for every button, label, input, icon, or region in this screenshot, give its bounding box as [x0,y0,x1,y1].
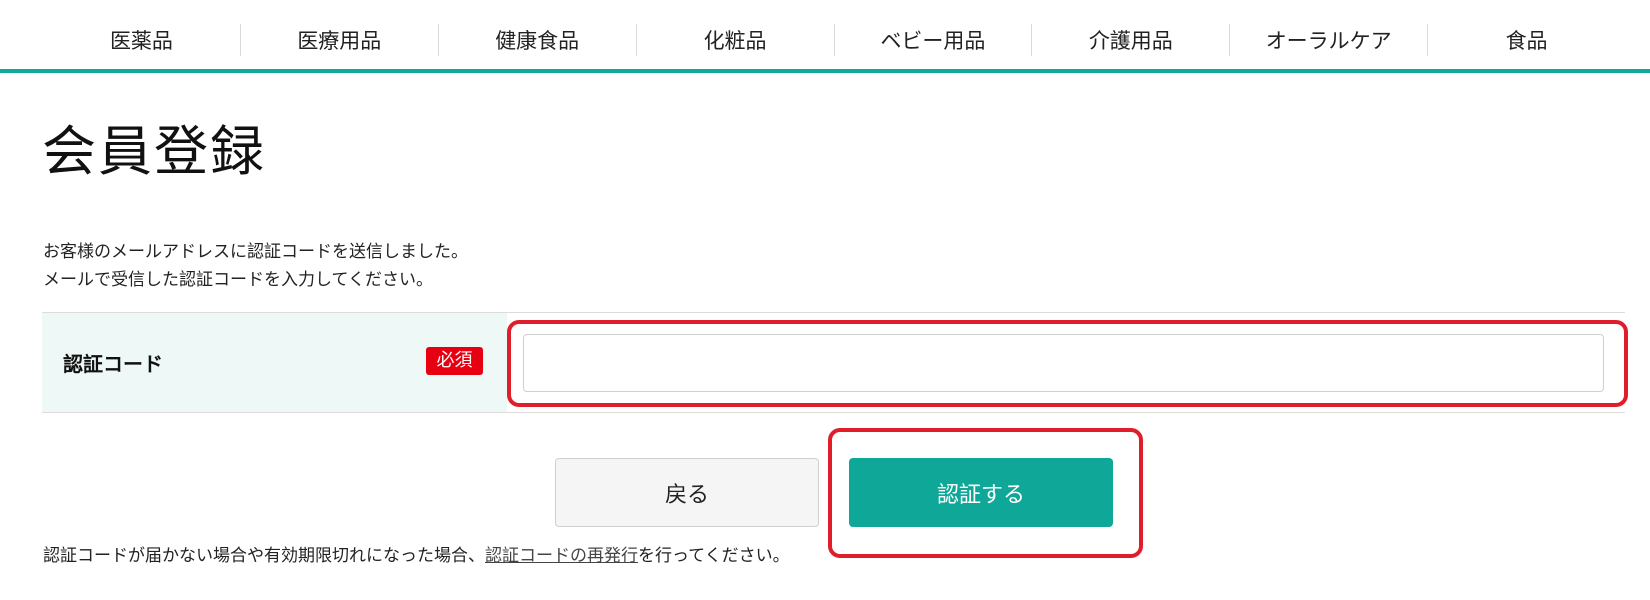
verification-code-row: 認証コード 必須 [42,312,1625,413]
nav-item-medicine[interactable]: 医薬品 [43,24,241,56]
verification-code-label: 認証コード [63,352,163,376]
resend-note-text-before: 認証コードが届かない場合や有効期限切れになった場合、 [43,546,485,566]
nav-item-oral-care[interactable]: オーラルケア [1230,24,1429,56]
category-nav-list: 医薬品 医療用品 健康食品 化粧品 ベビー用品 介護用品 オーラルケア 食品 [43,24,1625,56]
instruction-line-2: メールで受信した認証コードを入力してください。 [43,270,433,290]
reissue-code-link[interactable]: 認証コードの再発行 [485,546,638,566]
nav-item-food[interactable]: 食品 [1428,24,1625,56]
back-button[interactable]: 戻る [555,458,819,527]
instruction-text: お客様のメールアドレスに認証コードを送信しました。 メールで受信した認証コードを… [43,238,468,294]
category-nav: 医薬品 医療用品 健康食品 化粧品 ベビー用品 介護用品 オーラルケア 食品 [0,0,1650,73]
verify-button[interactable]: 認証する [849,458,1113,527]
registration-page: 医薬品 医療用品 健康食品 化粧品 ベビー用品 介護用品 オーラルケア 食品 会… [0,0,1650,600]
page-title: 会員登録 [42,120,266,183]
resend-note: 認証コードが届かない場合や有効期限切れになった場合、認証コードの再発行を行ってく… [43,544,790,568]
required-badge: 必須 [426,347,483,375]
nav-item-medical-supplies[interactable]: 医療用品 [241,24,439,56]
nav-item-baby-goods[interactable]: ベビー用品 [835,24,1033,56]
nav-item-cosmetics[interactable]: 化粧品 [637,24,835,56]
nav-item-health-food[interactable]: 健康食品 [439,24,637,56]
verification-code-input[interactable] [523,334,1604,392]
nav-item-care-goods[interactable]: 介護用品 [1032,24,1231,56]
form-label-cell: 認証コード 必須 [42,313,507,412]
instruction-line-1: お客様のメールアドレスに認証コードを送信しました。 [43,242,468,262]
resend-note-text-after: を行ってください。 [638,546,790,566]
